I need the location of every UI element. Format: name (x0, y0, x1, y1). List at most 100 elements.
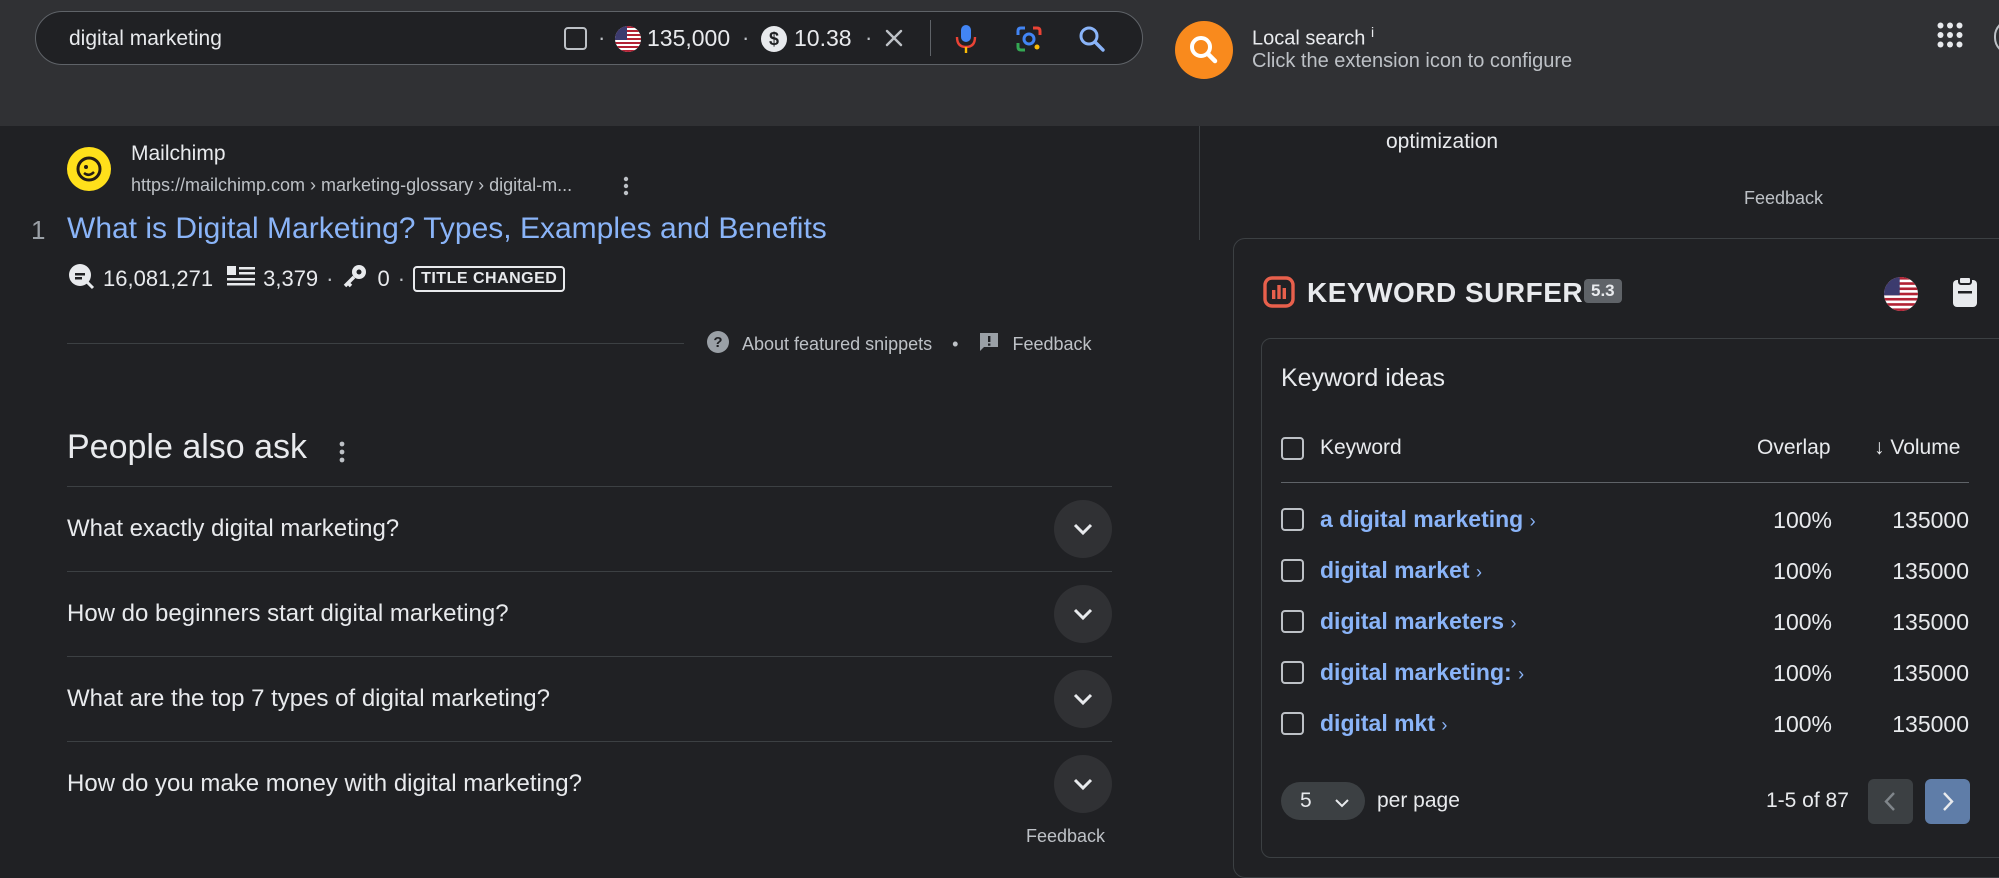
select-all-checkbox[interactable] (1281, 437, 1304, 460)
volume-value: 135000 (1892, 558, 1969, 584)
mailchimp-logo-icon (67, 147, 111, 191)
keyword-link[interactable]: digital mkt › (1320, 710, 1447, 737)
column-header-keyword[interactable]: Keyword (1320, 436, 1402, 460)
result-metrics: 16,081,271 3,379 · 0 · TITLE CHANGED (67, 262, 566, 296)
result-title-link[interactable]: What is Digital Marketing? Types, Exampl… (67, 212, 827, 246)
clear-icon[interactable] (882, 26, 906, 55)
separator-dot: · (326, 266, 334, 291)
svg-text:?: ? (713, 334, 722, 351)
keyword-text: digital marketing: (1320, 659, 1512, 685)
column-header-overlap[interactable]: Overlap (1757, 436, 1831, 460)
clipboard-icon[interactable] (1952, 276, 1978, 313)
result-rank: 1 (31, 215, 46, 245)
microphone-icon[interactable] (954, 24, 978, 59)
keyword-surfer-logo-icon (1263, 276, 1295, 313)
feedback-link[interactable]: Feedback (1012, 334, 1091, 355)
row-checkbox[interactable] (1281, 610, 1304, 633)
keyword-text: digital market (1320, 557, 1470, 583)
paa-heading: People also ask (67, 428, 308, 466)
search-volume: 135,000 (647, 25, 731, 51)
traffic-value: 16,081,271 (103, 266, 214, 291)
volume-value: 135000 (1892, 507, 1969, 533)
keyword-link[interactable]: a digital marketing › (1320, 506, 1536, 533)
footer-separator: • (952, 334, 959, 354)
title-changed-badge: TITLE CHANGED (413, 266, 566, 292)
feedback-flag-icon (978, 331, 1000, 358)
keyword-text: digital marketers (1320, 608, 1505, 634)
search-divider (930, 20, 931, 56)
table-row[interactable]: a digital marketing › 100% 135000 (1281, 494, 1969, 545)
keyword-link[interactable]: digital marketing: › (1320, 659, 1524, 686)
paa-question: What exactly digital marketing? (67, 515, 400, 542)
version-badge: 5.3 (1584, 279, 1622, 303)
keyword-link[interactable]: digital market › (1320, 557, 1482, 584)
local-search-label: Local search (1252, 27, 1366, 50)
google-lens-icon[interactable] (1015, 25, 1043, 58)
chevron-down-icon[interactable] (1054, 670, 1112, 728)
search-box[interactable]: digital marketing · 135,000 · $ 10.38 · (35, 11, 1143, 65)
us-flag-icon[interactable] (1884, 277, 1918, 311)
row-checkbox[interactable] (1281, 508, 1304, 531)
paa-item[interactable]: What exactly digital marketing? (67, 486, 1112, 571)
chevron-right-icon: › (1529, 511, 1536, 531)
extension-search-icon[interactable] (1175, 21, 1233, 79)
keyword-ideas-title: Keyword ideas (1281, 364, 1445, 392)
snippet-divider (67, 343, 684, 344)
search-input[interactable]: digital marketing (69, 27, 222, 51)
chevron-down-icon[interactable] (1054, 755, 1112, 813)
chevron-right-icon: › (1441, 715, 1448, 735)
paa-item[interactable]: How do you make money with digital marke… (67, 741, 1112, 826)
chevron-down-icon[interactable] (1054, 585, 1112, 643)
chevron-right-icon: › (1518, 664, 1525, 684)
traffic-icon (67, 262, 95, 296)
us-flag-icon (615, 26, 641, 52)
chevron-right-icon: › (1510, 613, 1517, 633)
row-checkbox[interactable] (1281, 559, 1304, 582)
local-search-subtitle: Click the extension icon to configure (1252, 50, 1573, 72)
cpc-value: 10.38 (794, 25, 852, 51)
info-icon[interactable]: i (1371, 24, 1374, 40)
row-checkbox[interactable] (1281, 661, 1304, 684)
result-site-name[interactable]: Mailchimp (131, 142, 226, 166)
more-options-icon[interactable] (621, 175, 631, 202)
keyword-link[interactable]: digital marketers › (1320, 608, 1516, 635)
search-icon[interactable] (1077, 24, 1107, 59)
chevron-down-icon (1334, 792, 1350, 816)
paa-feedback-link[interactable]: Feedback (1026, 826, 1105, 847)
chevron-right-icon: › (1475, 562, 1482, 582)
result-url[interactable]: https://mailchimp.com › marketing-glossa… (131, 175, 572, 196)
per-page-value: 5 (1300, 789, 1312, 812)
table-row[interactable]: digital marketers › 100% 135000 (1281, 596, 1969, 647)
table-row[interactable]: digital marketing: › 100% 135000 (1281, 647, 1969, 698)
paa-more-icon[interactable] (337, 440, 347, 469)
sort-arrow-icon: ↓ (1874, 436, 1885, 459)
keyword-text: digital mkt (1320, 710, 1436, 736)
table-row[interactable]: digital market › 100% 135000 (1281, 545, 1969, 596)
chevron-down-icon[interactable] (1054, 500, 1112, 558)
keyword-text: a digital marketing (1320, 506, 1524, 532)
dollar-icon: $ (761, 26, 787, 52)
paa-item[interactable]: How do beginners start digital marketing… (67, 571, 1112, 656)
row-checkbox[interactable] (1281, 712, 1304, 735)
local-search-title: Local search i (1252, 24, 1374, 51)
next-page-button[interactable] (1925, 779, 1970, 824)
table-row[interactable]: digital mkt › 100% 135000 (1281, 698, 1969, 749)
about-snippets-link[interactable]: About featured snippets (742, 334, 932, 355)
avatar[interactable] (1994, 20, 1999, 54)
volume-value: 135000 (1892, 660, 1969, 686)
right-feedback-link[interactable]: Feedback (1744, 188, 1823, 209)
apps-grid-icon[interactable] (1937, 22, 1963, 53)
per-page-label: per page (1377, 789, 1460, 812)
prev-page-button[interactable] (1868, 779, 1913, 824)
top-bar: digital marketing · 135,000 · $ 10.38 · (0, 0, 1999, 126)
per-page-select[interactable]: 5 (1281, 782, 1365, 820)
pagination-range: 1-5 of 87 (1766, 789, 1849, 812)
separator-dot: · (742, 25, 750, 50)
column-header-volume[interactable]: ↓ Volume (1874, 436, 1960, 460)
overlap-value: 100% (1773, 609, 1832, 635)
snippet-footer: ? About featured snippets • Feedback (706, 330, 1092, 359)
overlap-value: 100% (1773, 558, 1832, 584)
select-checkbox[interactable] (564, 27, 587, 50)
overlap-value: 100% (1773, 711, 1832, 737)
paa-item[interactable]: What are the top 7 types of digital mark… (67, 656, 1112, 741)
